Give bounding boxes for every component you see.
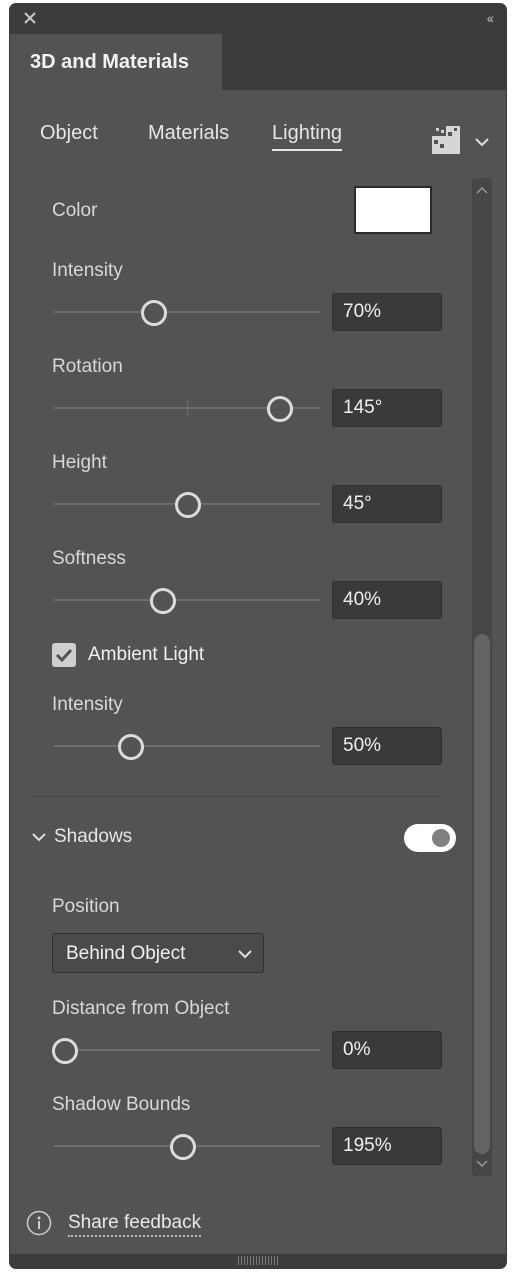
scroll-down-icon[interactable] [474, 1156, 490, 1172]
shadows-toggle[interactable] [404, 824, 456, 852]
dropdown-value: Behind Object [66, 943, 186, 964]
slider-track [54, 599, 320, 601]
slider-thumb[interactable] [170, 1134, 197, 1160]
slider-thumb[interactable] [118, 734, 145, 760]
distance-label: Distance from Object [52, 998, 230, 1019]
shadows-section-label[interactable]: Shadows [54, 826, 132, 848]
slider-track [54, 745, 320, 747]
softness-label: Softness [52, 548, 126, 569]
softness-slider[interactable] [54, 588, 320, 614]
shadow-bounds-field[interactable]: 195% [332, 1127, 442, 1165]
lighting-presets-icon[interactable] [432, 126, 460, 154]
ambient-light-checkbox[interactable] [52, 643, 76, 667]
close-icon[interactable] [22, 10, 38, 26]
softness-field[interactable]: 40% [332, 581, 442, 619]
slider-thumb[interactable] [140, 300, 167, 326]
panel-topbar: ‹‹ [10, 4, 506, 34]
slider-track [54, 1049, 320, 1051]
collapse-panel-icon[interactable]: ‹‹ [487, 10, 494, 26]
chevron-down-icon[interactable] [472, 132, 492, 152]
intensity-field[interactable]: 70% [332, 293, 442, 331]
toggle-knob [432, 829, 450, 847]
height-field[interactable]: 45° [332, 485, 442, 523]
3d-materials-panel: ‹‹ 3D and Materials Object Materials Lig… [10, 4, 506, 1268]
resize-grip[interactable] [238, 1256, 278, 1265]
slider-thumb[interactable] [267, 396, 294, 422]
info-icon [26, 1210, 52, 1236]
distance-field[interactable]: 0% [332, 1031, 442, 1069]
intensity-label: Intensity [52, 260, 123, 281]
panel-title-tab[interactable]: 3D and Materials [10, 34, 222, 90]
tab-materials[interactable]: Materials [148, 122, 229, 145]
rotation-field[interactable]: 145° [332, 389, 442, 427]
ambient-light-label[interactable]: Ambient Light [88, 644, 204, 666]
tab-object[interactable]: Object [40, 122, 98, 145]
height-label: Height [52, 452, 107, 473]
slider-center-tick [187, 399, 188, 417]
shadows-chevron-icon[interactable] [30, 828, 48, 846]
slider-track [54, 311, 320, 313]
ambient-intensity-field[interactable]: 50% [332, 727, 442, 765]
height-slider[interactable] [54, 492, 320, 518]
rotation-label: Rotation [52, 356, 123, 377]
shadow-bounds-label: Shadow Bounds [52, 1094, 191, 1115]
section-divider [30, 796, 440, 797]
scrollbar-thumb[interactable] [474, 634, 490, 1154]
distance-slider[interactable] [52, 1038, 320, 1064]
panel-footer: Share feedback [10, 1194, 506, 1254]
position-label: Position [52, 896, 120, 917]
share-feedback-link[interactable]: Share feedback [68, 1212, 202, 1237]
shadow-bounds-slider[interactable] [54, 1134, 320, 1160]
intensity-slider[interactable] [54, 300, 320, 326]
ambient-intensity-slider[interactable] [54, 734, 320, 760]
scrollbar[interactable] [472, 178, 492, 1176]
slider-thumb[interactable] [150, 588, 177, 614]
slider-thumb[interactable] [52, 1038, 78, 1064]
shadow-position-dropdown[interactable]: Behind Object [52, 933, 264, 973]
scroll-up-icon[interactable] [474, 182, 490, 198]
slider-thumb[interactable] [175, 492, 201, 518]
light-color-swatch[interactable] [354, 186, 432, 234]
color-label: Color [52, 200, 98, 221]
chevron-down-icon [238, 950, 252, 959]
rotation-slider[interactable] [54, 396, 320, 422]
tab-lighting[interactable]: Lighting [272, 122, 343, 151]
panel-bottom-bar [10, 1254, 506, 1268]
ambient-intensity-label: Intensity [52, 694, 123, 715]
checkmark-icon [55, 648, 73, 663]
